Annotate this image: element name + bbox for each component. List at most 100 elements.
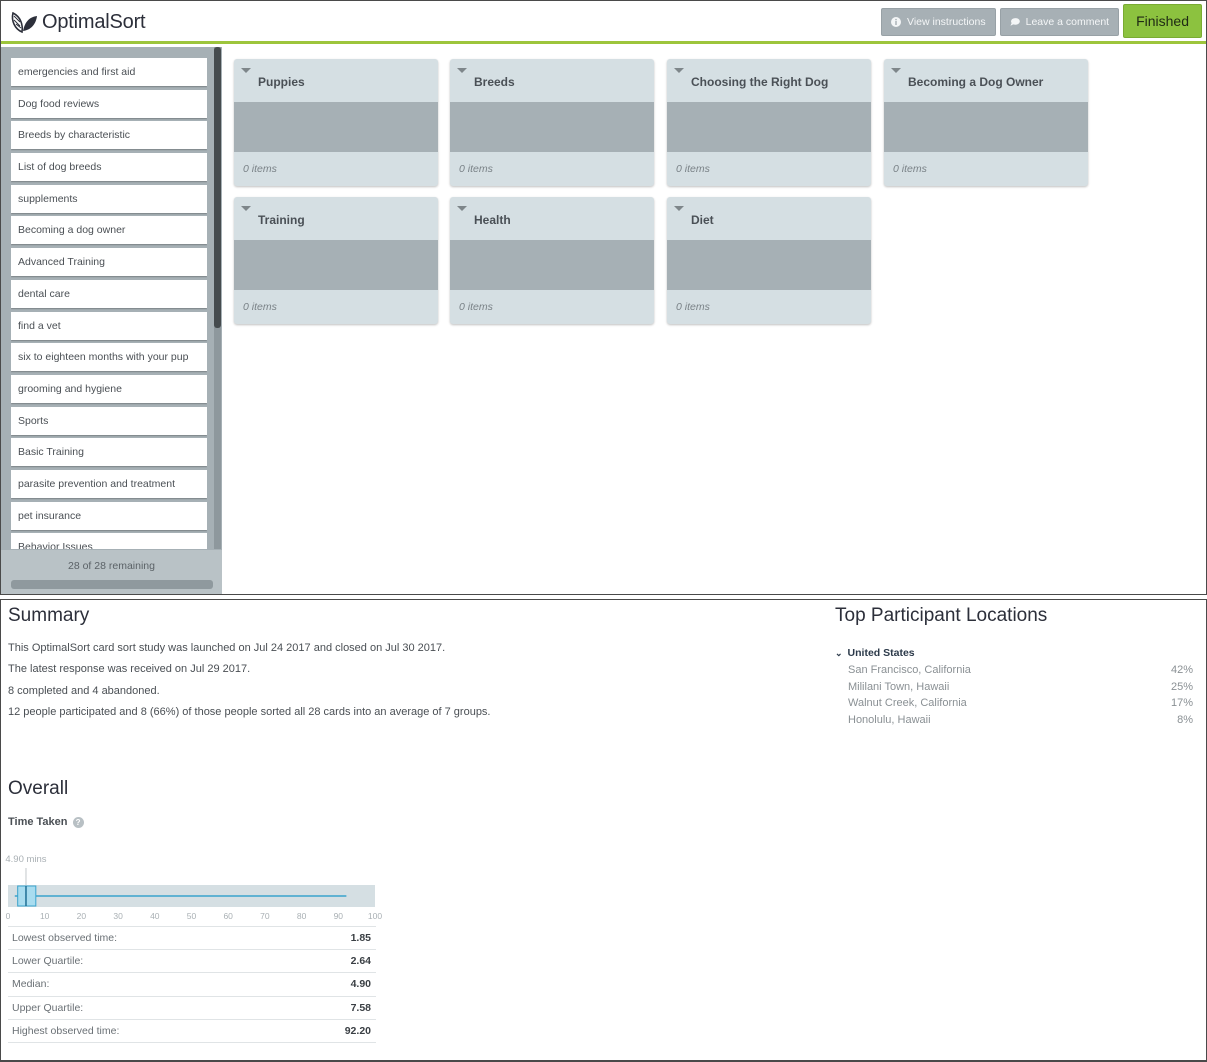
group-title[interactable]: Becoming a Dog Owner (908, 75, 1043, 89)
chevron-down-icon: ⌄ (835, 647, 843, 658)
group-diet: Diet 0 items (667, 197, 871, 324)
view-instructions-button[interactable]: View instructions (881, 8, 996, 36)
card-item[interactable]: Basic Training (11, 438, 207, 467)
stat-label: Upper Quartile: (12, 1001, 84, 1014)
leave-comment-label: Leave a comment (1025, 16, 1110, 28)
group-title[interactable]: Breeds (474, 75, 515, 89)
stat-row: Highest observed time: 92.20 (8, 1020, 376, 1043)
stat-label: Highest observed time: (12, 1024, 120, 1037)
collapse-caret-icon[interactable] (241, 68, 251, 73)
card-item[interactable]: Advanced Training (11, 248, 207, 277)
card-item[interactable]: Becoming a dog owner (11, 216, 207, 245)
card-list: emergencies and first aid Dog food review… (11, 58, 207, 549)
group-puppies: Puppies 0 items (234, 59, 438, 186)
stat-label: Lower Quartile: (12, 955, 84, 968)
axis-tick-label: 20 (77, 911, 87, 921)
group-title[interactable]: Training (258, 213, 305, 227)
top-actions: View instructions Leave a comment Finish… (881, 4, 1202, 38)
summary-text: This OptimalSort card sort study was lau… (8, 642, 491, 727)
stat-value: 7.58 (350, 1001, 371, 1014)
group-drop-zone[interactable] (234, 102, 438, 152)
app-name: OptimalSort (42, 10, 146, 33)
collapse-caret-icon[interactable] (674, 68, 684, 73)
info-icon (891, 17, 902, 27)
axis-tick-label: 40 (150, 911, 160, 921)
stat-row: Upper Quartile: 7.58 (8, 997, 376, 1020)
card-item[interactable]: dental care (11, 279, 207, 308)
group-drop-zone[interactable] (450, 240, 654, 290)
summary-heading: Summary (8, 605, 90, 626)
group-item-count: 0 items (459, 301, 493, 313)
card-item[interactable]: Behavior Issues (11, 533, 207, 549)
axis-tick-label: 80 (297, 911, 307, 921)
group-health: Health 0 items (450, 197, 654, 324)
group-becoming-a-dog-owner: Becoming a Dog Owner 0 items (884, 59, 1088, 186)
group-drop-zone[interactable] (234, 240, 438, 290)
axis-tick-label: 90 (334, 911, 344, 921)
group-item-count: 0 items (893, 163, 927, 175)
stat-value: 1.85 (350, 932, 371, 945)
card-item[interactable]: find a vet (11, 311, 207, 340)
results-window: Summary This OptimalSort card sort study… (0, 599, 1207, 1062)
group-title[interactable]: Health (474, 213, 511, 227)
card-item[interactable]: six to eighteen months with your pup (11, 343, 207, 372)
collapse-caret-icon[interactable] (241, 206, 251, 211)
summary-line: 12 people participated and 8 (66%) of th… (8, 705, 491, 718)
speech-bubble-icon (1010, 18, 1020, 26)
cards-remaining-text: 28 of 28 remaining (68, 560, 155, 572)
stat-row: Median: 4.90 (8, 973, 376, 997)
leave-comment-button[interactable]: Leave a comment (999, 8, 1120, 36)
location-percent: 25% (1170, 680, 1193, 693)
group-drop-zone[interactable] (450, 102, 654, 152)
card-item[interactable]: List of dog breeds (11, 153, 207, 182)
sidebar-footer: 28 of 28 remaining (1, 550, 222, 594)
summary-line: 8 completed and 4 abandoned. (8, 684, 160, 697)
card-item[interactable]: parasite prevention and treatment (11, 469, 207, 498)
card-item[interactable]: grooming and hygiene (11, 374, 207, 403)
summary-line: The latest response was received on Jul … (8, 663, 251, 676)
stat-value: 2.64 (350, 955, 371, 968)
group-drop-zone[interactable] (667, 240, 871, 290)
axis-tick-label: 30 (113, 911, 123, 921)
axis-tick-label: 60 (223, 911, 233, 921)
locations-heading: Top Participant Locations (835, 605, 1048, 626)
collapse-caret-icon[interactable] (674, 206, 684, 211)
collapse-caret-icon[interactable] (457, 206, 467, 211)
group-item-count: 0 items (676, 301, 710, 313)
collapse-caret-icon[interactable] (891, 68, 901, 73)
collapse-caret-icon[interactable] (457, 68, 467, 73)
location-row: Walnut Creek, California 17% (848, 695, 1193, 712)
group-title[interactable]: Choosing the Right Dog (691, 75, 828, 89)
axis-tick-label: 100 (368, 911, 382, 921)
sort-progress-bar (11, 580, 213, 589)
country-name: United States (847, 647, 915, 659)
group-title[interactable]: Puppies (258, 75, 305, 89)
card-item[interactable]: emergencies and first aid (11, 58, 207, 86)
stat-value: 4.90 (350, 978, 371, 991)
scrollbar-thumb[interactable] (214, 47, 221, 328)
finished-button[interactable]: Finished (1123, 4, 1202, 38)
overall-heading: Overall (8, 778, 69, 799)
group-title[interactable]: Diet (691, 213, 714, 227)
locations-list: San Francisco, California 42% Mililani T… (848, 662, 1193, 728)
help-icon[interactable]: ? (72, 816, 84, 828)
group-item-count: 0 items (459, 163, 493, 175)
group-drop-zone[interactable] (667, 102, 871, 152)
location-place: Mililani Town, Hawaii (848, 680, 950, 693)
location-percent: 42% (1170, 664, 1193, 677)
card-item[interactable]: supplements (11, 184, 207, 213)
card-item[interactable]: Sports (11, 406, 207, 435)
card-item[interactable]: Dog food reviews (11, 89, 207, 118)
summary-line: This OptimalSort card sort study was lau… (8, 642, 446, 654)
location-place: San Francisco, California (848, 664, 971, 677)
location-place: Honolulu, Hawaii (848, 713, 931, 726)
country-toggle[interactable]: ⌄ United States (835, 647, 915, 659)
stat-row: Lowest observed time: 1.85 (8, 927, 376, 951)
stat-label: Median: (12, 978, 50, 991)
card-item[interactable]: pet insurance (11, 501, 207, 530)
group-drop-zone[interactable] (884, 102, 1088, 152)
card-item[interactable]: Breeds by characteristic (11, 121, 207, 150)
location-percent: 17% (1170, 697, 1193, 710)
card-sort-window: OptimalSort View instructions Leave a co… (0, 0, 1207, 595)
time-taken-label: Time Taken ? (8, 816, 84, 828)
